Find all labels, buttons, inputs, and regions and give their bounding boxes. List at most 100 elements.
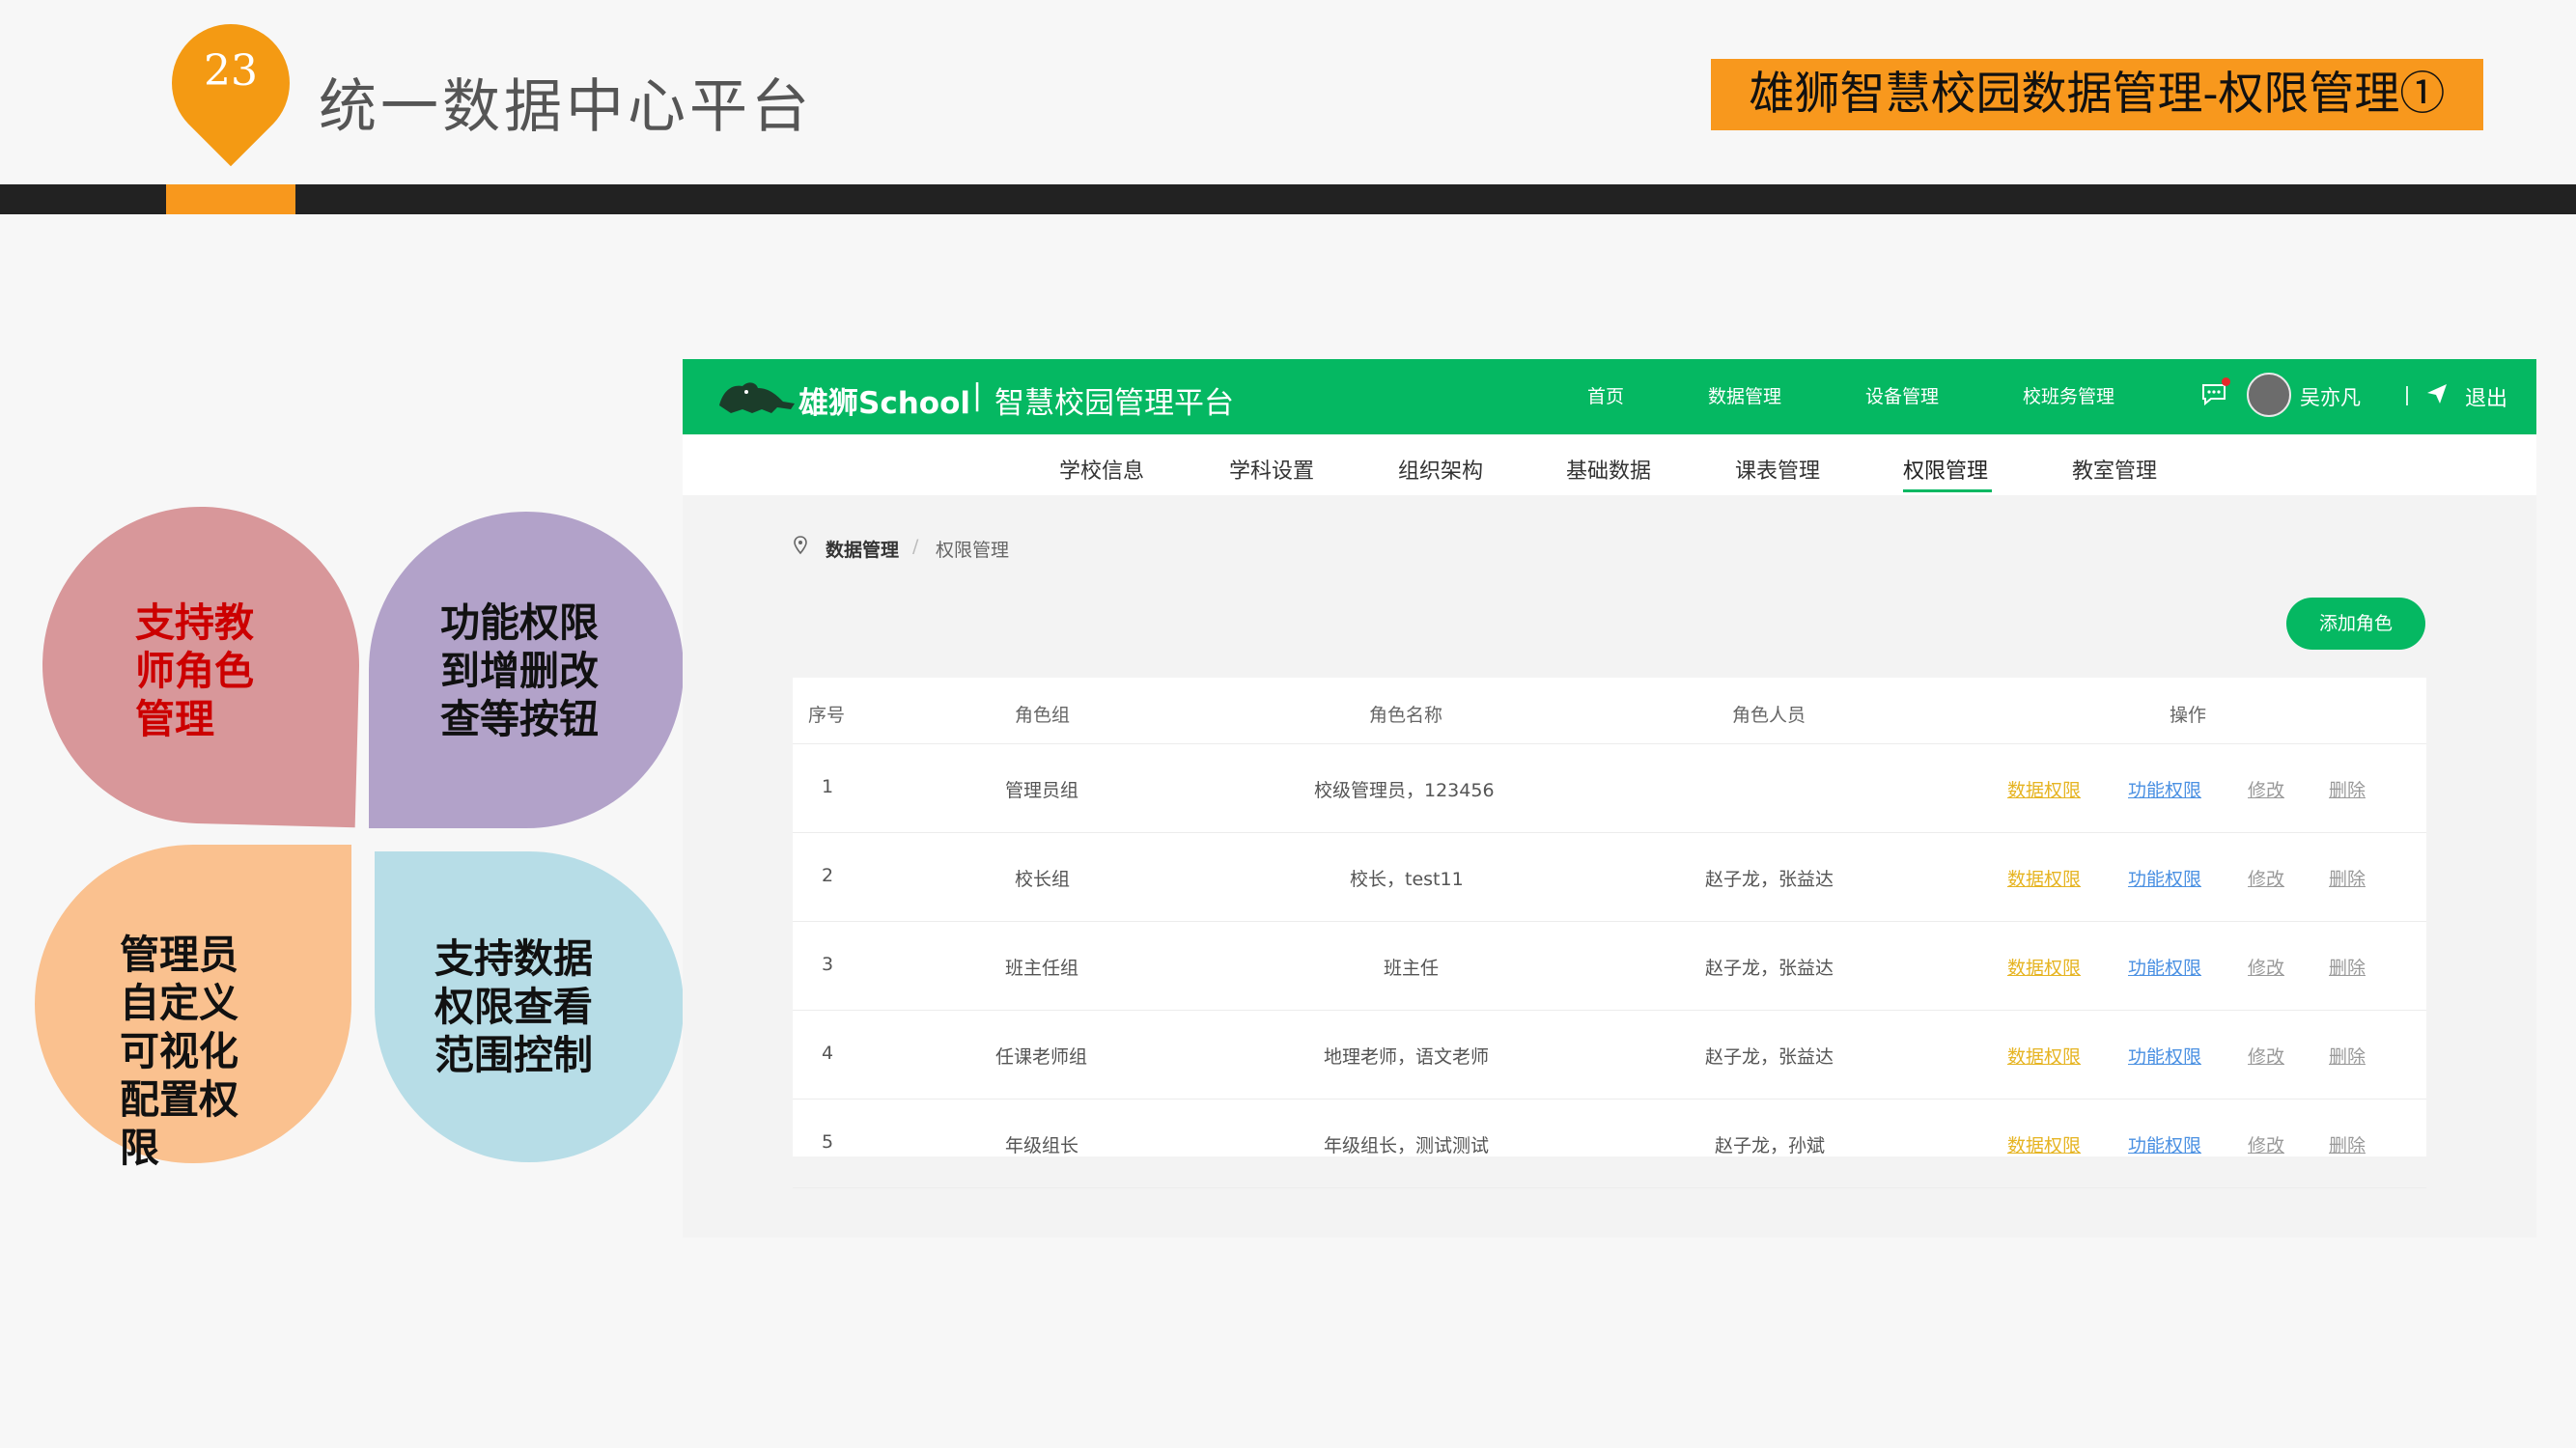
chat-icon[interactable] <box>2201 382 2226 405</box>
delete-link[interactable]: 删除 <box>2329 1043 2366 1069</box>
tab-subject-settings[interactable]: 学科设置 <box>1229 454 1314 485</box>
roles-table: 序号 角色组 角色名称 角色人员 操作 1 管理员组 校级管理员，123456 … <box>793 678 2426 1188</box>
cell-index: 5 <box>822 1131 834 1153</box>
cell-name: 校长，test11 <box>1350 869 1464 890</box>
header-members: 角色人员 <box>1732 705 1806 726</box>
top-nav-device[interactable]: 设备管理 <box>1865 382 1939 408</box>
header-divider-accent <box>166 184 295 214</box>
feature-line: 支持教 <box>135 599 254 646</box>
delete-link[interactable]: 删除 <box>2329 776 2366 802</box>
cell-index: 4 <box>822 1043 834 1064</box>
tab-org-structure[interactable]: 组织架构 <box>1398 454 1483 485</box>
feature-line: 管理 <box>135 696 214 742</box>
edit-link[interactable]: 修改 <box>2248 1043 2284 1069</box>
tab-permissions[interactable]: 权限管理 <box>1903 454 1988 485</box>
avatar[interactable] <box>2247 373 2291 417</box>
header-actions: 操作 <box>2170 705 2207 726</box>
feature-line: 功能权限 <box>440 599 599 646</box>
breadcrumb-separator: / <box>912 536 919 557</box>
data-permission-link[interactable]: 数据权限 <box>2007 776 2081 802</box>
tab-schedule[interactable]: 课表管理 <box>1735 454 1820 485</box>
send-icon[interactable] <box>2425 382 2449 405</box>
feature-line: 查等按钮 <box>440 696 599 742</box>
top-nav-data[interactable]: 数据管理 <box>1708 382 1781 408</box>
edit-link[interactable]: 修改 <box>2248 865 2284 891</box>
function-permission-link[interactable]: 功能权限 <box>2128 1131 2201 1157</box>
feature-text-3: 管理员 自定义 可视化 配置权限 <box>120 931 238 1172</box>
edit-link[interactable]: 修改 <box>2248 954 2284 980</box>
cell-group: 任课老师组 <box>995 1046 1088 1068</box>
data-permission-link[interactable]: 数据权限 <box>2007 1131 2081 1157</box>
app-window: 雄狮School | 智慧校园管理平台 首页 数据管理 设备管理 校班务管理 吴… <box>683 359 2536 1238</box>
sub-nav-bar: 学校信息 学科设置 组织架构 基础数据 课表管理 权限管理 教室管理 <box>683 434 2536 495</box>
data-permission-link[interactable]: 数据权限 <box>2007 1043 2081 1069</box>
feature-line: 限 <box>120 1125 159 1171</box>
section-label: 雄狮智慧校园数据管理-权限管理① <box>1711 59 2483 130</box>
breadcrumb-data-management[interactable]: 数据管理 <box>826 536 899 562</box>
feature-text-4: 支持数据 权限查看 范围控制 <box>434 934 593 1079</box>
delete-link[interactable]: 删除 <box>2329 954 2366 980</box>
cell-index: 2 <box>822 865 834 886</box>
active-tab-indicator <box>1903 489 1992 492</box>
function-permission-link[interactable]: 功能权限 <box>2128 865 2201 891</box>
data-permission-link[interactable]: 数据权限 <box>2007 865 2081 891</box>
page-number: 23 <box>204 46 258 96</box>
top-nav-class-affairs[interactable]: 校班务管理 <box>2023 382 2114 408</box>
cell-members: 赵子龙，张益达 <box>1705 1046 1834 1068</box>
cell-index: 3 <box>822 954 834 975</box>
feature-line: 师角色 <box>135 648 254 694</box>
add-role-button[interactable]: 添加角色 <box>2286 598 2425 650</box>
function-permission-link[interactable]: 功能权限 <box>2128 776 2201 802</box>
cell-index: 1 <box>822 776 834 797</box>
header-name: 角色名称 <box>1369 705 1443 726</box>
table-row: 5 年级组长 年级组长，测试测试 赵子龙，孙斌 数据权限 功能权限 修改 删除 <box>793 1099 2426 1188</box>
cell-members: 赵子龙，孙斌 <box>1715 1135 1826 1156</box>
header-group: 角色组 <box>1015 705 1071 726</box>
location-pin-icon <box>794 536 807 555</box>
top-nav-home[interactable]: 首页 <box>1587 382 1624 408</box>
slide-title: 统一数据中心平台 <box>319 73 813 141</box>
cell-group: 年级组长 <box>1005 1135 1079 1156</box>
function-permission-link[interactable]: 功能权限 <box>2128 1043 2201 1069</box>
cell-name: 年级组长，测试测试 <box>1324 1135 1490 1156</box>
cell-members: 赵子龙，张益达 <box>1705 958 1834 979</box>
logout-button[interactable]: 退出 <box>2465 381 2507 412</box>
table-row: 1 管理员组 校级管理员，123456 数据权限 功能权限 修改 删除 <box>793 743 2426 833</box>
feature-text-1: 支持教 师角色 管理 <box>135 599 254 743</box>
user-name[interactable]: 吴亦凡 <box>2300 382 2361 411</box>
cell-group: 管理员组 <box>1005 780 1079 801</box>
cell-group: 班主任组 <box>1005 958 1079 979</box>
feature-line: 配置权 <box>120 1076 238 1123</box>
table-header: 序号 角色组 角色名称 角色人员 操作 <box>793 678 2426 744</box>
tab-classrooms[interactable]: 教室管理 <box>2072 454 2157 485</box>
cell-name: 地理老师，语文老师 <box>1324 1046 1490 1068</box>
edit-link[interactable]: 修改 <box>2248 776 2284 802</box>
brand-name: 雄狮School <box>798 386 970 421</box>
feature-line: 到增删改 <box>440 648 599 694</box>
brand-subtitle: 智慧校园管理平台 <box>994 386 1234 421</box>
table-row: 3 班主任组 班主任 赵子龙，张益达 数据权限 功能权限 修改 删除 <box>793 921 2426 1011</box>
top-nav-bar: 雄狮School | 智慧校园管理平台 首页 数据管理 设备管理 校班务管理 吴… <box>683 359 2536 434</box>
cell-members: 赵子龙，张益达 <box>1705 869 1834 890</box>
tab-school-info[interactable]: 学校信息 <box>1059 454 1144 485</box>
feature-text-2: 功能权限 到增删改 查等按钮 <box>440 599 599 743</box>
breadcrumb-permissions: 权限管理 <box>936 540 1010 561</box>
delete-link[interactable]: 删除 <box>2329 1131 2366 1157</box>
feature-line: 自定义 <box>120 980 238 1026</box>
feature-line: 范围控制 <box>434 1032 593 1078</box>
table-row: 4 任课老师组 地理老师，语文老师 赵子龙，张益达 数据权限 功能权限 修改 删… <box>793 1010 2426 1100</box>
cell-name: 校级管理员，123456 <box>1314 780 1495 801</box>
nav-divider <box>2406 386 2408 405</box>
feature-line: 支持数据 <box>434 935 593 982</box>
notification-dot <box>2222 377 2230 386</box>
feature-line: 管理员 <box>120 932 238 978</box>
header-index: 序号 <box>808 705 846 726</box>
edit-link[interactable]: 修改 <box>2248 1131 2284 1157</box>
brand-separator: | <box>972 378 983 412</box>
tab-basic-data[interactable]: 基础数据 <box>1566 454 1651 485</box>
table-row: 2 校长组 校长，test11 赵子龙，张益达 数据权限 功能权限 修改 删除 <box>793 832 2426 922</box>
header-divider <box>0 184 2576 214</box>
function-permission-link[interactable]: 功能权限 <box>2128 954 2201 980</box>
delete-link[interactable]: 删除 <box>2329 865 2366 891</box>
data-permission-link[interactable]: 数据权限 <box>2007 954 2081 980</box>
